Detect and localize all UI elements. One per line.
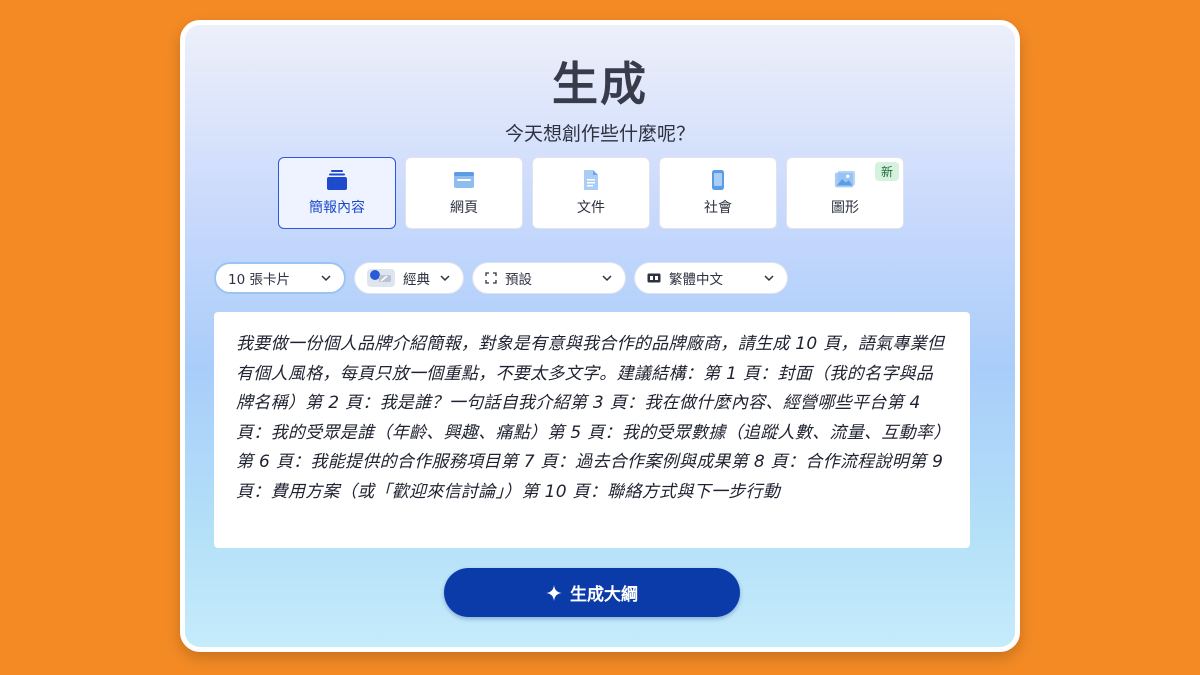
layout-value: 預設 bbox=[505, 272, 532, 288]
card-count-value: 10 張卡片 bbox=[228, 272, 290, 288]
language-select[interactable]: 繁體中文 bbox=[634, 262, 788, 294]
sparkle-icon bbox=[546, 584, 562, 601]
phone-icon bbox=[707, 169, 729, 191]
tab-label: 網頁 bbox=[450, 200, 478, 216]
content-type-tabs: 簡報內容 網頁 文件 社會 新 圖形 bbox=[278, 157, 904, 229]
chevron-down-icon bbox=[602, 275, 612, 282]
generate-outline-button[interactable]: 生成大綱 bbox=[444, 568, 740, 617]
presentation-icon bbox=[326, 169, 348, 191]
tab-label: 圖形 bbox=[831, 200, 859, 216]
tab-graphics[interactable]: 新 圖形 bbox=[786, 157, 904, 229]
page-title: 生成 bbox=[552, 57, 648, 111]
chevron-down-icon bbox=[440, 275, 450, 282]
tab-webpage[interactable]: 網頁 bbox=[405, 157, 523, 229]
new-badge: 新 bbox=[874, 162, 899, 181]
prompt-textarea[interactable]: 我要做一份個人品牌介紹簡報，對象是有意與我合作的品牌廠商，請生成 10 頁，語氣… bbox=[214, 312, 970, 548]
tab-label: 簡報內容 bbox=[309, 200, 365, 216]
document-icon bbox=[580, 169, 602, 191]
tab-presentation[interactable]: 簡報內容 bbox=[278, 157, 396, 229]
language-icon bbox=[647, 273, 661, 283]
tab-document[interactable]: 文件 bbox=[532, 157, 650, 229]
theme-thumbnail-icon bbox=[367, 269, 395, 287]
frame-icon bbox=[485, 272, 497, 284]
tab-label: 文件 bbox=[577, 200, 605, 216]
tab-social[interactable]: 社會 bbox=[659, 157, 777, 229]
theme-select[interactable]: 經典 bbox=[354, 262, 464, 294]
generate-panel: 生成 今天想創作些什麼呢？ 簡報內容 網頁 文件 社會 新 圖形 10 張卡片 … bbox=[180, 20, 1020, 652]
tab-label: 社會 bbox=[704, 200, 732, 216]
chevron-down-icon bbox=[764, 275, 774, 282]
chevron-down-icon bbox=[321, 275, 331, 282]
layout-select[interactable]: 預設 bbox=[472, 262, 626, 294]
generate-outline-label: 生成大綱 bbox=[570, 585, 638, 605]
card-count-select[interactable]: 10 張卡片 bbox=[214, 262, 346, 294]
image-icon bbox=[834, 169, 856, 191]
page-subtitle: 今天想創作些什麼呢？ bbox=[504, 123, 695, 145]
theme-value: 經典 bbox=[403, 272, 430, 288]
language-value: 繁體中文 bbox=[669, 272, 723, 288]
webpage-icon bbox=[453, 169, 475, 191]
generation-options: 10 張卡片 經典 預設 繁體中文 bbox=[214, 262, 788, 294]
